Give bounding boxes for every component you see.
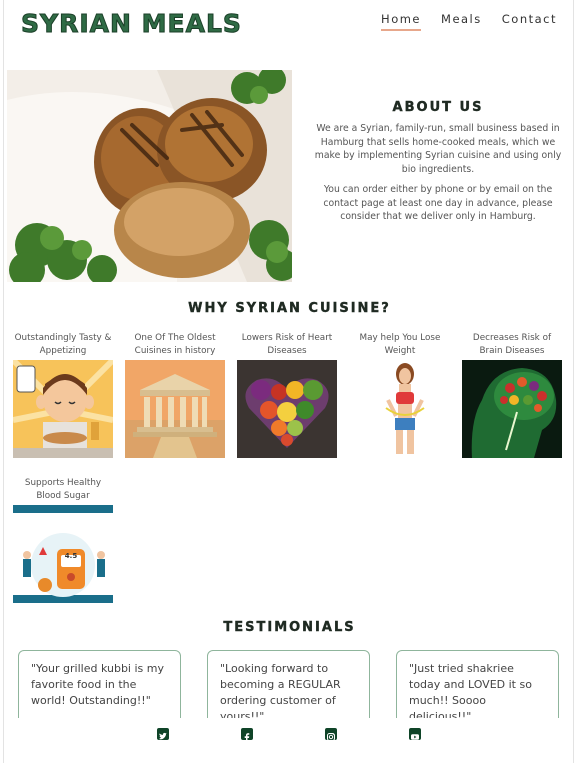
brand-logo[interactable]: SYRIAN MEALS — [21, 9, 242, 39]
about-paragraph-2: You can order either by phone or by emai… — [323, 184, 553, 222]
testimonial-text: "Looking forward to becoming a REGULAR o… — [220, 662, 341, 723]
testimonials-title: TESTIMONIALS — [223, 620, 356, 635]
glucose-reading: 4.5 — [64, 552, 78, 560]
why-title: WHY SYRIAN CUISINE? — [188, 301, 391, 316]
benefit-card-weight: May help You Lose Weight — [350, 328, 450, 458]
weight-loss-image — [350, 360, 450, 458]
testimonial-text: "Your grilled kubbi is my favorite food … — [31, 662, 164, 707]
benefit-label: One Of The Oldest Cuisines in history — [134, 333, 216, 356]
nav-meals-link[interactable]: Meals — [441, 12, 482, 31]
nav-contact-link[interactable]: Contact — [502, 12, 557, 31]
hero-kubbeh-image — [7, 70, 292, 282]
about-section: ABOUT US We are a Syrian, family-run, sm… — [309, 100, 567, 224]
benefit-label: May help You Lose Weight — [359, 333, 441, 356]
footer — [4, 718, 573, 763]
benefit-label: Supports Healthy Blood Sugar — [24, 478, 102, 501]
about-title: ABOUT US — [392, 100, 484, 115]
brain-image — [462, 360, 562, 458]
testimonial-text: "Just tried shakriee today and LOVED it … — [409, 662, 532, 723]
benefit-card-tasty: Outstandingly Tasty & Appetizing — [13, 328, 113, 458]
benefit-label: Decreases Risk of Brain Diseases — [472, 333, 552, 356]
nav-home-link[interactable]: Home — [381, 12, 422, 31]
facebook-icon[interactable] — [241, 728, 253, 743]
main-nav: Home Meals Contact — [381, 12, 557, 31]
benefit-label: Lowers Risk of Heart Diseases — [241, 333, 333, 356]
benefit-card-blood-sugar: Supports Healthy Blood Sugar 4.5 — [13, 473, 113, 603]
about-paragraph-1: We are a Syrian, family-run, small busin… — [314, 123, 562, 175]
benefit-card-heart: Lowers Risk of Heart Diseases — [237, 328, 337, 458]
page-frame: SYRIAN MEALS Home Meals Contact ABOUT US… — [3, 0, 574, 763]
heart-vegetables-image — [237, 360, 337, 458]
benefit-card-brain: Decreases Risk of Brain Diseases — [462, 328, 562, 458]
tasty-illustration-image — [13, 360, 113, 458]
temple-illustration-image — [125, 360, 225, 458]
benefit-label: Outstandingly Tasty & Appetizing — [14, 333, 112, 356]
benefit-card-oldest: One Of The Oldest Cuisines in history — [125, 328, 225, 458]
youtube-icon[interactable] — [409, 728, 421, 740]
instagram-icon[interactable] — [325, 728, 337, 741]
twitter-icon[interactable] — [157, 728, 169, 740]
